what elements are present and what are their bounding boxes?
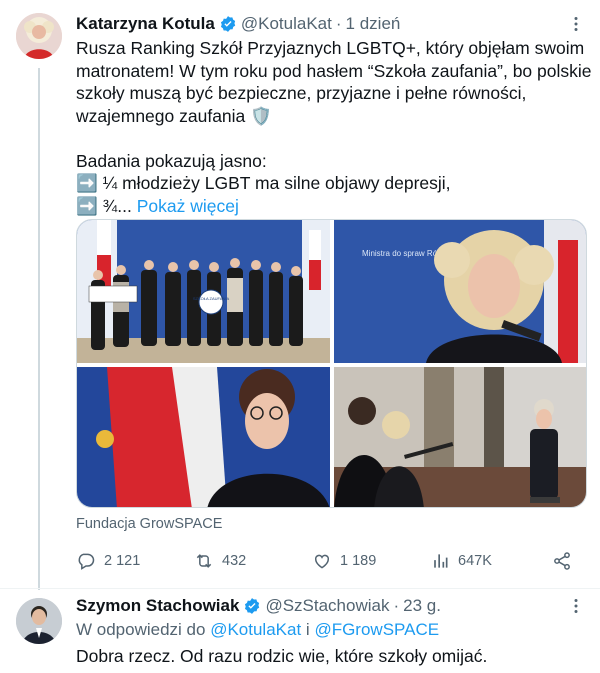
truncated-text: ➡️ ¾... (76, 195, 132, 216)
views-chart-icon (434, 554, 448, 568)
tweet-text-line: Badania pokazują jasno: (76, 150, 267, 171)
author-handle[interactable]: @KotulaKat (241, 14, 332, 34)
photo-student[interactable] (77, 367, 330, 507)
tweet-text-line: matronatem! W tym roku pod hasłem “Szkoł… (76, 60, 592, 81)
share-button[interactable] (552, 548, 580, 574)
reply-text: Dobra rzecz. Od razu rodzic wie, które s… (76, 646, 488, 666)
media-grid[interactable]: SZKOŁA ZAUFANIA Ministra do spraw Równoś… (76, 219, 587, 508)
tweet-text-line: szkoły muszą być bezpieczne, przyjazne i… (76, 83, 527, 103)
reply-more-options-icon[interactable] (566, 596, 586, 616)
author-name[interactable]: Katarzyna Kotula (76, 14, 215, 34)
views-button[interactable]: 647K (430, 548, 492, 574)
tweet-text: Rusza Ranking Szkół Przyjaznych LGBTQ+, … (76, 37, 592, 218)
reply-mention-link[interactable]: @FGrowSPACE (314, 620, 439, 639)
tweet-text-line-last: ➡️ ¾... Pokaż więcej (76, 195, 586, 218)
tweet-text-line: ➡️ ¼ młodzieży LGBT ma silne objawy depr… (76, 173, 451, 193)
replying-to-line: W odpowiedzi do @KotulaKat i @FGrowSPACE (76, 620, 439, 640)
show-more-link[interactable]: Pokaż więcej (137, 196, 239, 216)
photo-hall[interactable] (334, 367, 586, 507)
reply-count: 2 121 (104, 553, 141, 569)
tweet-actions: 2 121 432 1 189 647K (76, 548, 586, 574)
retweet-button[interactable]: 432 (194, 548, 246, 574)
more-options-icon[interactable] (566, 14, 586, 34)
retweet-count: 432 (222, 553, 247, 569)
separator-dot: · (393, 596, 400, 615)
tweet-text-line: Rusza Ranking Szkół Przyjaznych LGBTQ+, … (76, 38, 585, 58)
reply-avatar[interactable] (16, 598, 62, 644)
media-source-label[interactable]: Fundacja GrowSPACE (76, 516, 222, 532)
tweet-header: Katarzyna Kotula @KotulaKat · 1 dzień (76, 14, 560, 34)
reply-button[interactable]: 2 121 (76, 548, 140, 574)
separator-dot: · (335, 14, 342, 33)
reply-icon (78, 553, 95, 570)
replying-to-prefix: W odpowiedzi do (76, 620, 206, 639)
reply-author-name[interactable]: Szymon Stachowiak (76, 596, 239, 616)
reply-author-handle[interactable]: @SzStachowiak (265, 596, 389, 616)
reply-mention-link[interactable]: @KotulaKat (210, 620, 301, 639)
photo-group[interactable]: SZKOŁA ZAUFANIA (77, 220, 330, 363)
reply-header: Szymon Stachowiak @SzStachowiak · 23 g. (76, 596, 560, 616)
reply-timestamp[interactable]: 23 g. (403, 596, 441, 616)
verified-badge-icon (219, 15, 237, 33)
like-count: 1 189 (340, 553, 377, 569)
views-count: 647K (458, 553, 492, 569)
like-button[interactable]: 1 189 (312, 548, 376, 574)
heart-icon (314, 554, 330, 569)
tweet-text-line: wzajemnego zaufania 🛡️ (76, 105, 272, 126)
retweet-icon (196, 554, 212, 568)
verified-badge-icon (243, 597, 261, 615)
banner-sign-text: SZKOŁA ZAUFANIA (193, 296, 230, 301)
replying-to-conjunction: i (305, 620, 310, 639)
tweet-text-line (76, 127, 586, 150)
share-icon (554, 552, 570, 570)
photo-speaker[interactable]: Ministra do spraw Równości (334, 220, 586, 363)
avatar[interactable] (16, 13, 62, 59)
tweet-timestamp[interactable]: 1 dzień (346, 14, 401, 34)
